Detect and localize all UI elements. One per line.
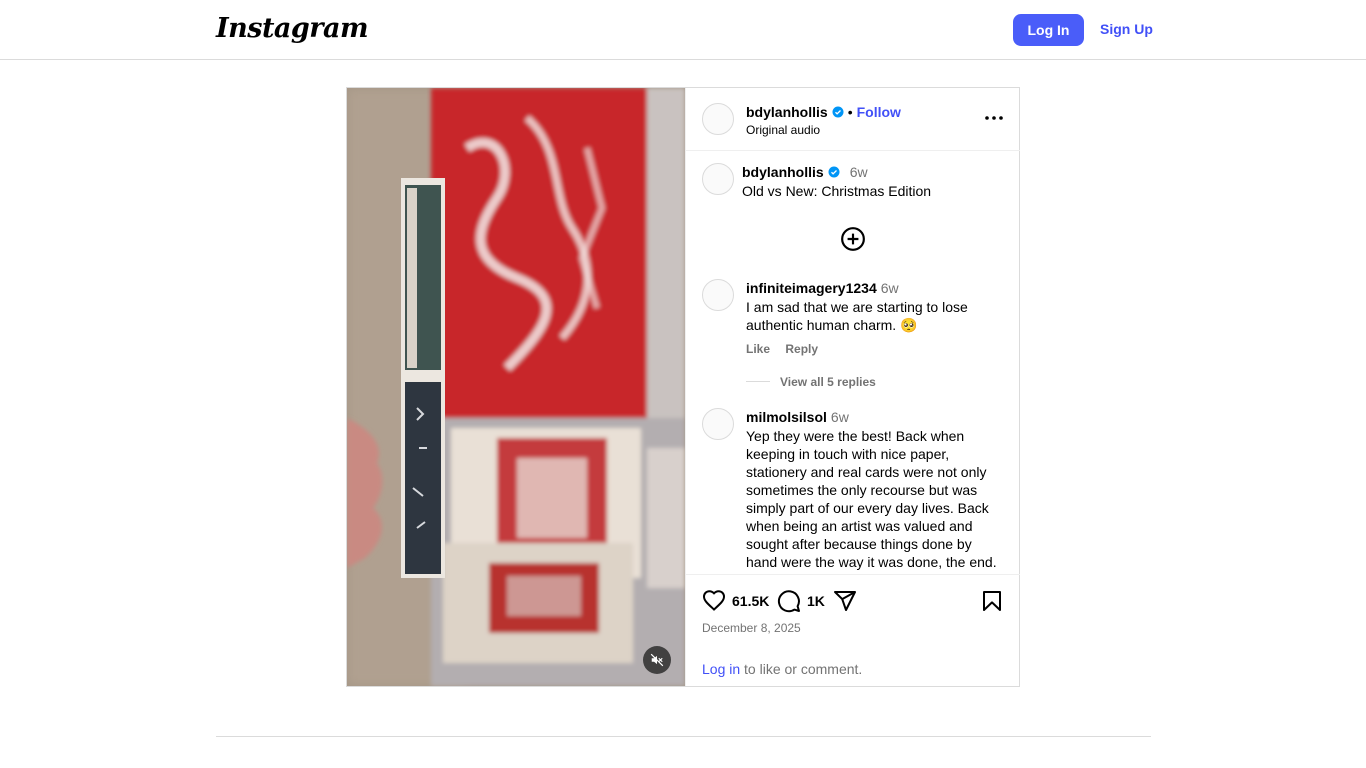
post-video[interactable]: [347, 88, 685, 686]
original-audio-link[interactable]: Original audio: [746, 123, 820, 137]
post-header: bdylanhollis • Follow Original audio: [686, 88, 1020, 151]
post-side-panel: bdylanhollis • Follow Original audio bdyla…: [685, 88, 1020, 686]
signup-link[interactable]: Sign Up: [1100, 21, 1153, 37]
comment-actions: Like Reply: [746, 342, 830, 356]
login-link[interactable]: Log in: [702, 661, 740, 677]
author-username[interactable]: bdylanhollis: [746, 104, 828, 120]
instagram-logo[interactable]: Instagram: [216, 13, 369, 44]
comment-header: infiniteimagery1234 6w: [746, 280, 899, 298]
comment-username[interactable]: milmolsilsol: [746, 409, 827, 425]
add-comment-icon[interactable]: [840, 226, 866, 252]
comment-icon[interactable]: [777, 589, 801, 613]
login-prompt: Log in to like or comment.: [702, 661, 862, 677]
comment-count[interactable]: 1K: [807, 593, 825, 609]
caption-username[interactable]: bdylanhollis: [742, 164, 824, 180]
comment-avatar[interactable]: [702, 408, 734, 440]
login-prompt-text: to like or comment.: [740, 661, 863, 677]
comment-reply-button[interactable]: Reply: [785, 342, 818, 356]
comment-text: I am sad that we are starting to lose au…: [746, 299, 968, 333]
comment-text: Yep they were the best! Back when keepin…: [746, 428, 997, 570]
top-navigation-bar: Instagram Log In Sign Up: [0, 0, 1366, 60]
verified-icon: [828, 166, 840, 178]
like-count[interactable]: 61.5K: [732, 593, 769, 609]
more-icon[interactable]: [982, 110, 1006, 126]
mute-button[interactable]: [643, 646, 671, 674]
follow-button[interactable]: Follow: [857, 104, 901, 120]
bookmark-icon[interactable]: [980, 589, 1004, 613]
heart-icon[interactable]: [702, 589, 726, 613]
comment-like-button[interactable]: Like: [746, 342, 770, 356]
share-icon[interactable]: [833, 589, 857, 613]
separator-dot: •: [847, 104, 853, 120]
post-actions-footer: 61.5K 1K December 8, 2025 Log in to like…: [686, 574, 1020, 686]
comment-header: milmolsilsol 6w: [746, 409, 849, 427]
video-frame: [347, 88, 685, 686]
comment-time[interactable]: 6w: [881, 280, 899, 296]
verified-icon: [832, 106, 844, 118]
caption-avatar[interactable]: [702, 163, 734, 195]
post-date[interactable]: December 8, 2025: [702, 621, 801, 635]
replies-divider: [746, 381, 770, 382]
author-avatar[interactable]: [702, 103, 734, 135]
view-replies-button[interactable]: View all 5 replies: [780, 375, 876, 389]
mute-icon: [650, 653, 664, 667]
comment-avatar[interactable]: [702, 279, 734, 311]
caption-text: Old vs New: Christmas Edition: [742, 183, 932, 199]
author-line: bdylanhollis • Follow: [746, 104, 901, 120]
comment-time[interactable]: 6w: [831, 409, 849, 425]
caption-header: bdylanhollis 6w: [742, 164, 868, 182]
footer-divider: [216, 736, 1151, 737]
post-container: bdylanhollis • Follow Original audio bdyla…: [346, 87, 1020, 687]
comments-section: bdylanhollis 6w Old vs New: Christmas Edi…: [686, 151, 1020, 574]
login-button[interactable]: Log In: [1013, 14, 1084, 46]
caption-time[interactable]: 6w: [850, 164, 868, 180]
comment-username[interactable]: infiniteimagery1234: [746, 280, 877, 296]
